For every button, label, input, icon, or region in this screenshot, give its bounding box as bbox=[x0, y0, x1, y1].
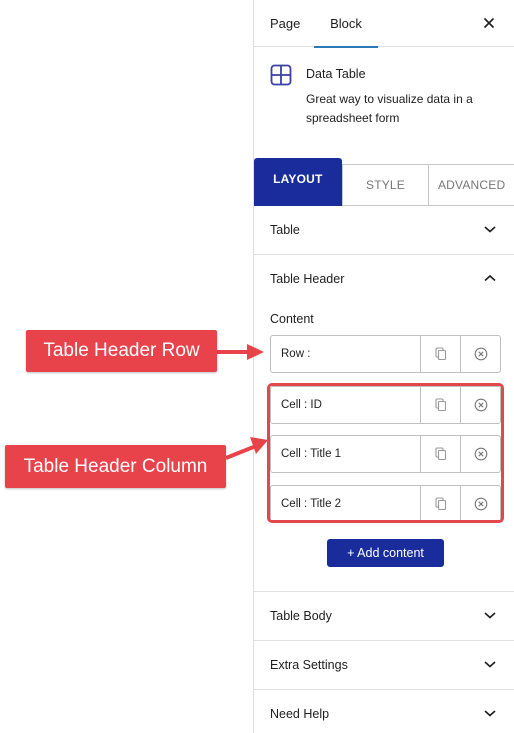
close-circle-icon bbox=[474, 347, 487, 361]
table-grid-icon bbox=[270, 64, 292, 91]
sidebar-tabs: Page Block bbox=[254, 0, 514, 48]
section-extra-settings[interactable]: Extra Settings bbox=[254, 641, 514, 690]
section-label: Need Help bbox=[270, 707, 330, 721]
copy-icon bbox=[434, 497, 446, 511]
copy-icon bbox=[434, 398, 446, 412]
content-item-cell: Cell : Title 1 bbox=[270, 435, 501, 473]
content-label: Content bbox=[270, 312, 314, 326]
chevron-down-icon bbox=[484, 226, 496, 233]
content-item-cell: Cell : Title 2 bbox=[270, 485, 501, 523]
close-circle-icon bbox=[474, 398, 487, 412]
close-circle-icon bbox=[474, 447, 487, 461]
item-label[interactable]: Cell : Title 1 bbox=[271, 436, 420, 472]
remove-button[interactable] bbox=[460, 436, 500, 472]
chevron-up-icon bbox=[484, 274, 496, 282]
add-content-button[interactable]: + Add content bbox=[327, 539, 444, 567]
section-table[interactable]: Table bbox=[254, 206, 514, 255]
section-label: Table Header bbox=[270, 272, 345, 286]
remove-button[interactable] bbox=[460, 486, 500, 522]
content-item-cell: Cell : ID bbox=[270, 386, 501, 424]
item-label[interactable]: Cell : ID bbox=[271, 387, 420, 423]
remove-button[interactable] bbox=[460, 336, 500, 372]
section-table-header[interactable]: Table Header bbox=[254, 255, 514, 304]
section-need-help[interactable]: Need Help bbox=[254, 690, 514, 733]
duplicate-button[interactable] bbox=[420, 387, 460, 423]
chevron-down-icon bbox=[484, 612, 496, 619]
item-label[interactable]: Cell : Title 2 bbox=[271, 486, 420, 522]
content-item-row: Row : bbox=[270, 335, 501, 373]
section-label: Extra Settings bbox=[270, 658, 348, 672]
remove-button[interactable] bbox=[460, 387, 500, 423]
chevron-down-icon bbox=[484, 710, 496, 717]
item-label[interactable]: Row : bbox=[271, 336, 420, 372]
callout-table-header-row: Table Header Row bbox=[26, 330, 217, 372]
callout-table-header-column: Table Header Column bbox=[5, 445, 226, 488]
tab-style[interactable]: STYLE bbox=[341, 164, 429, 206]
block-description: Great way to visualize data in a spreads… bbox=[306, 92, 473, 125]
close-button[interactable] bbox=[478, 12, 500, 34]
tab-advanced[interactable]: ADVANCED bbox=[428, 164, 514, 206]
settings-segment-tabs: LAYOUT STYLE ADVANCED bbox=[254, 158, 514, 206]
close-circle-icon bbox=[474, 497, 487, 511]
copy-icon bbox=[434, 347, 446, 361]
section-label: Table Body bbox=[270, 609, 332, 623]
block-settings-sidebar: Page Block Data Table Great way to visua… bbox=[253, 0, 514, 733]
duplicate-button[interactable] bbox=[420, 436, 460, 472]
block-title: Data Table bbox=[306, 67, 366, 81]
close-icon bbox=[483, 17, 495, 29]
copy-icon bbox=[434, 447, 446, 461]
tab-page[interactable]: Page bbox=[270, 0, 300, 47]
chevron-down-icon bbox=[484, 661, 496, 668]
section-table-body[interactable]: Table Body bbox=[254, 592, 514, 641]
section-label: Table bbox=[270, 223, 300, 237]
duplicate-button[interactable] bbox=[420, 486, 460, 522]
duplicate-button[interactable] bbox=[420, 336, 460, 372]
tab-block[interactable]: Block bbox=[314, 0, 378, 48]
tab-layout[interactable]: LAYOUT bbox=[254, 158, 342, 206]
